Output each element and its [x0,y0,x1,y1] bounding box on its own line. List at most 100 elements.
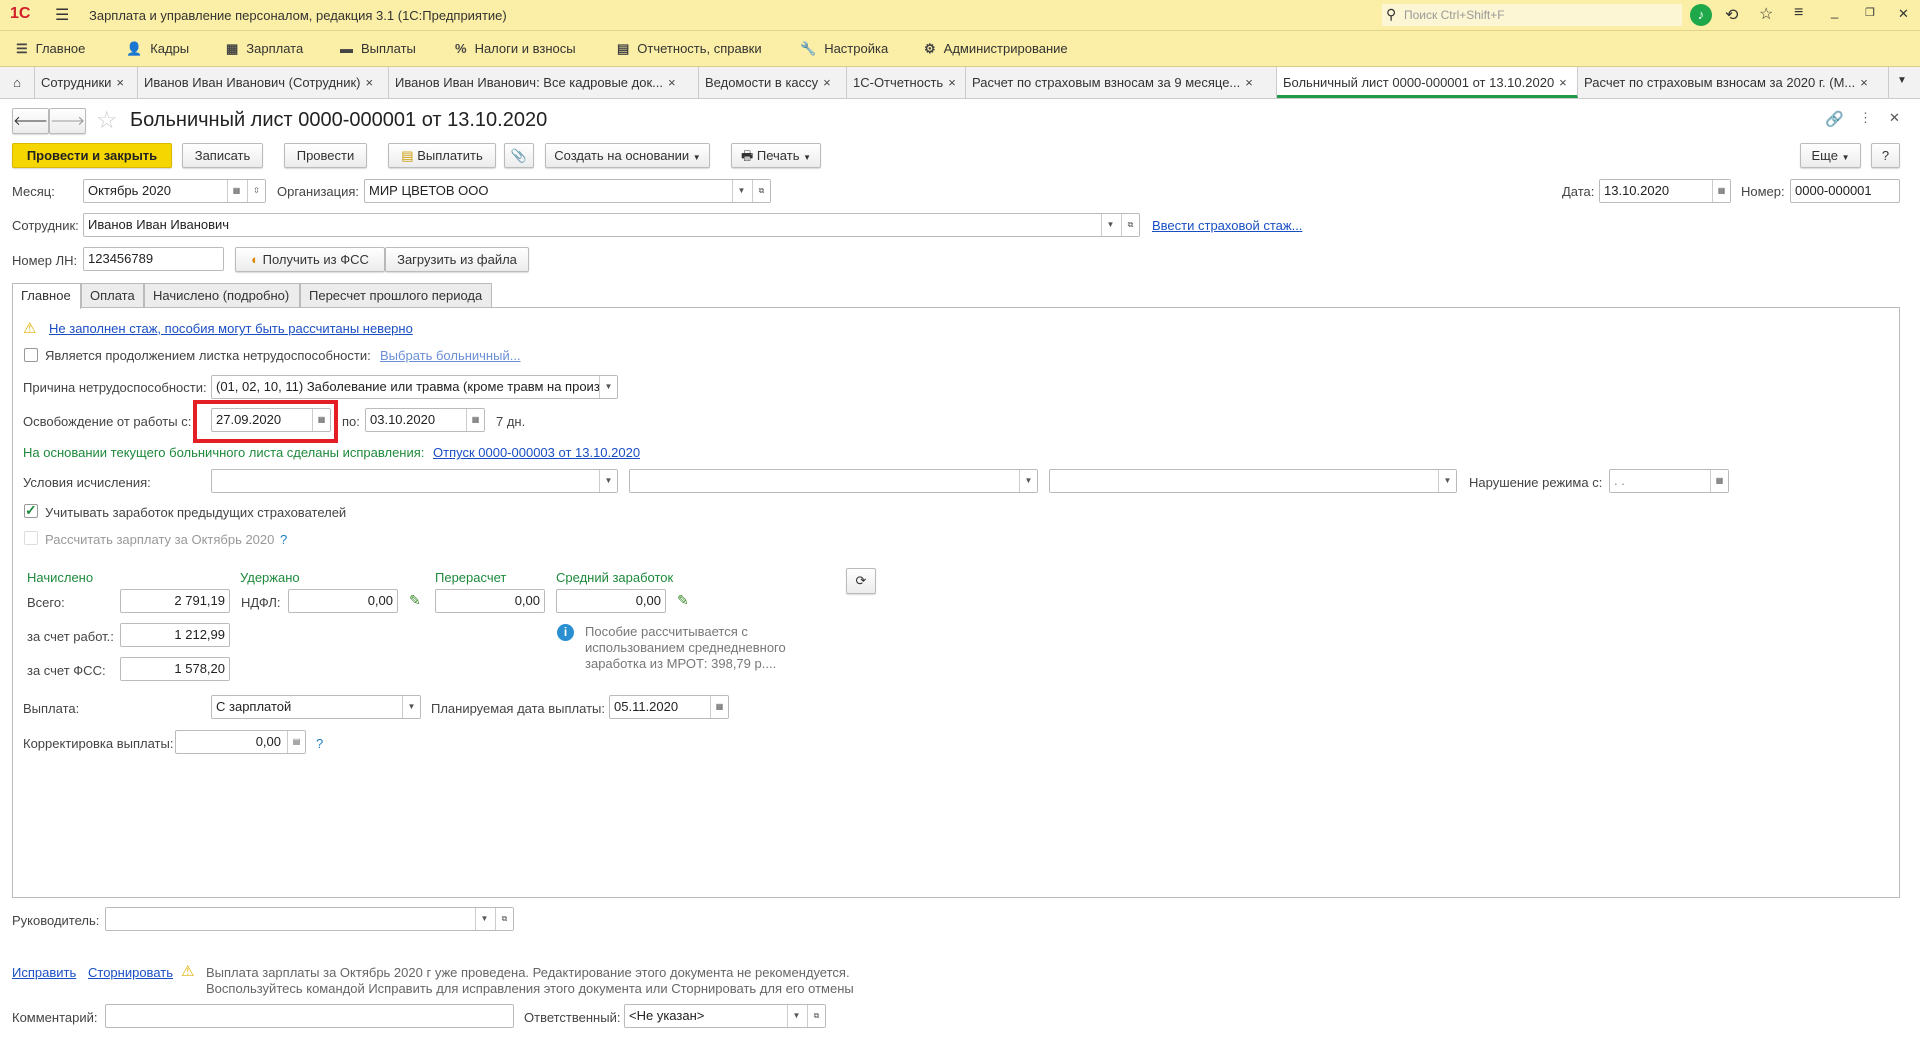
close-tab-icon[interactable]: × [366,75,374,90]
tab-recalc-prior[interactable]: Пересчет прошлого периода [300,283,492,308]
chevron-down-icon[interactable]: ▼ [475,908,493,930]
menu-item-main[interactable]: ☰ Главное [16,31,85,67]
open-tab-active[interactable]: Больничный лист 0000-000001 от 13.10.202… [1277,67,1578,98]
history-icon[interactable]: ⟲ [1725,5,1738,25]
chevron-down-icon[interactable]: ▼ [1438,470,1456,492]
open-icon[interactable]: ⧉ [495,908,513,930]
attach-button[interactable]: 📎 [504,143,534,168]
calculator-icon[interactable]: ▤ [287,731,305,753]
save-button[interactable]: Записать [182,143,263,168]
post-button[interactable]: Провести [284,143,367,168]
get-from-fss-button[interactable]: ◐ Получить из ФСС [235,247,385,272]
employer-field[interactable]: 1 212,99 [120,623,230,647]
responsible-field[interactable]: <Не указан> ▼ ⧉ [624,1004,826,1028]
tabs-dropdown-icon[interactable]: ▼ [1897,75,1907,86]
menu-item-settings[interactable]: 🔧 Настройка [800,31,888,67]
condition-field-1[interactable]: ▼ [211,469,618,493]
insurance-experience-link[interactable]: Ввести страховой стаж... [1152,218,1302,233]
chevron-down-icon[interactable]: ▼ [599,376,617,398]
organization-field[interactable]: МИР ЦВЕТОВ ООО ▼ ⧉ [364,179,771,203]
more-button[interactable]: Еще ▼ [1800,143,1861,168]
recalc-field[interactable]: 0,00 [435,589,545,613]
restore-icon[interactable]: ❐ [1865,6,1875,19]
info-text-line[interactable]: заработка из МРОТ: 398,79 р.... [585,656,776,671]
menu-item-admin[interactable]: ⚙ Администрирование [924,31,1068,67]
link-icon[interactable]: 🔗 [1825,110,1844,128]
employee-field[interactable]: Иванов Иван Иванович ▼ ⧉ [83,213,1140,237]
open-icon[interactable]: ⧉ [752,180,770,202]
close-window-icon[interactable]: ✕ [1898,6,1909,22]
pay-button[interactable]: ▤ Выплатить [388,143,496,168]
payment-field[interactable]: С зарплатой ▼ [211,695,421,719]
condition-field-3[interactable]: ▼ [1049,469,1457,493]
menu-item-salary[interactable]: ▦ Зарплата [226,31,303,67]
condition-field-2[interactable]: ▼ [629,469,1038,493]
main-menu-icon[interactable]: ☰ [55,5,69,25]
settings-menu-icon[interactable]: ≡ [1794,4,1803,22]
calendar-icon[interactable]: ▦ [312,409,330,431]
pencil-icon[interactable]: ✎ [677,592,689,609]
open-tab[interactable]: Сотрудники × [35,67,138,98]
home-tab[interactable]: ⌂ [0,67,35,98]
open-tab[interactable]: Иванов Иван Иванович: Все кадровые док..… [389,67,699,98]
chevron-down-icon[interactable]: ▼ [787,1005,805,1027]
manager-field[interactable]: ▼ ⧉ [105,907,514,931]
help-icon[interactable]: ? [280,532,287,547]
print-button[interactable]: 🖶 Печать ▼ [731,143,821,168]
calendar-icon[interactable]: ▦ [1712,180,1730,202]
create-based-on-button[interactable]: Создать на основании ▼ [545,143,710,168]
month-field[interactable]: Октябрь 2020 ▦ ⇳ [83,179,266,203]
vacation-doc-link[interactable]: Отпуск 0000-000003 от 13.10.2020 [433,445,640,460]
menu-item-taxes[interactable]: % Налоги и взносы [455,31,576,67]
select-sick-leave-link[interactable]: Выбрать больничный... [380,348,521,363]
open-icon[interactable]: ⧉ [1121,214,1139,236]
open-tab[interactable]: 1С-Отчетность × [847,67,966,98]
experience-warning-link[interactable]: Не заполнен стаж, пособия могут быть рас… [49,321,413,336]
open-icon[interactable]: ⧉ [807,1005,825,1027]
spin-icon[interactable]: ⇳ [247,180,265,202]
date-field[interactable]: 13.10.2020 ▦ [1599,179,1731,203]
tab-payment[interactable]: Оплата [81,283,144,308]
tab-accrued-detail[interactable]: Начислено (подробно) [144,283,300,308]
close-tab-icon[interactable]: × [823,75,831,90]
minimize-icon[interactable]: _ [1831,4,1838,19]
adjust-field[interactable]: 0,00 ▤ [175,730,306,754]
chevron-down-icon[interactable]: ▼ [1019,470,1037,492]
planned-date-field[interactable]: 05.11.2020 ▦ [609,695,729,719]
total-field[interactable]: 2 791,19 [120,589,230,613]
comment-field[interactable] [105,1004,514,1028]
close-tab-icon[interactable]: × [1860,75,1868,90]
open-tab[interactable]: Расчет по страховым взносам за 2020 г. (… [1578,67,1889,98]
calendar-icon[interactable]: ▦ [710,696,728,718]
storno-link[interactable]: Сторнировать [88,965,173,980]
ndfl-field[interactable]: 0,00 [288,589,398,613]
notifications-bell-icon[interactable]: ♪ [1690,4,1712,26]
menu-item-reports[interactable]: ▤ Отчетность, справки [617,31,762,67]
refresh-button[interactable]: ⟳ [846,568,876,594]
chevron-down-icon[interactable]: ▼ [402,696,420,718]
ln-number-field[interactable]: 123456789 [83,247,224,271]
fss-field[interactable]: 1 578,20 [120,657,230,681]
avg-earnings-field[interactable]: 0,00 [556,589,666,613]
calc-salary-checkbox[interactable] [24,531,38,545]
chevron-down-icon[interactable]: ▼ [732,180,750,202]
continuation-checkbox[interactable] [24,348,38,362]
post-and-close-button[interactable]: Провести и закрыть [12,143,172,168]
search-input[interactable]: ⚲ Поиск Ctrl+Shift+F [1382,4,1682,26]
violation-date-field[interactable]: . . ▦ [1609,469,1729,493]
menu-item-hr[interactable]: 👤 Кадры [126,31,189,67]
favorites-star-icon[interactable]: ☆ [1759,4,1773,24]
close-tab-icon[interactable]: × [1559,75,1567,90]
chevron-down-icon[interactable]: ▼ [1101,214,1119,236]
release-from-field[interactable]: 27.09.2020 ▦ [211,408,331,432]
prev-insurers-checkbox[interactable]: ✓ [24,503,38,518]
help-button[interactable]: ? [1871,143,1900,168]
favorite-star-icon[interactable]: ☆ [96,106,118,135]
close-form-icon[interactable]: ✕ [1889,110,1900,126]
open-tab[interactable]: Ведомости в кассу × [699,67,847,98]
open-tab[interactable]: Иванов Иван Иванович (Сотрудник) × [138,67,389,98]
chevron-down-icon[interactable]: ▼ [599,470,617,492]
back-button[interactable]: 🡐 [12,108,49,134]
pencil-icon[interactable]: ✎ [409,592,421,609]
calendar-icon[interactable]: ▦ [227,180,245,202]
